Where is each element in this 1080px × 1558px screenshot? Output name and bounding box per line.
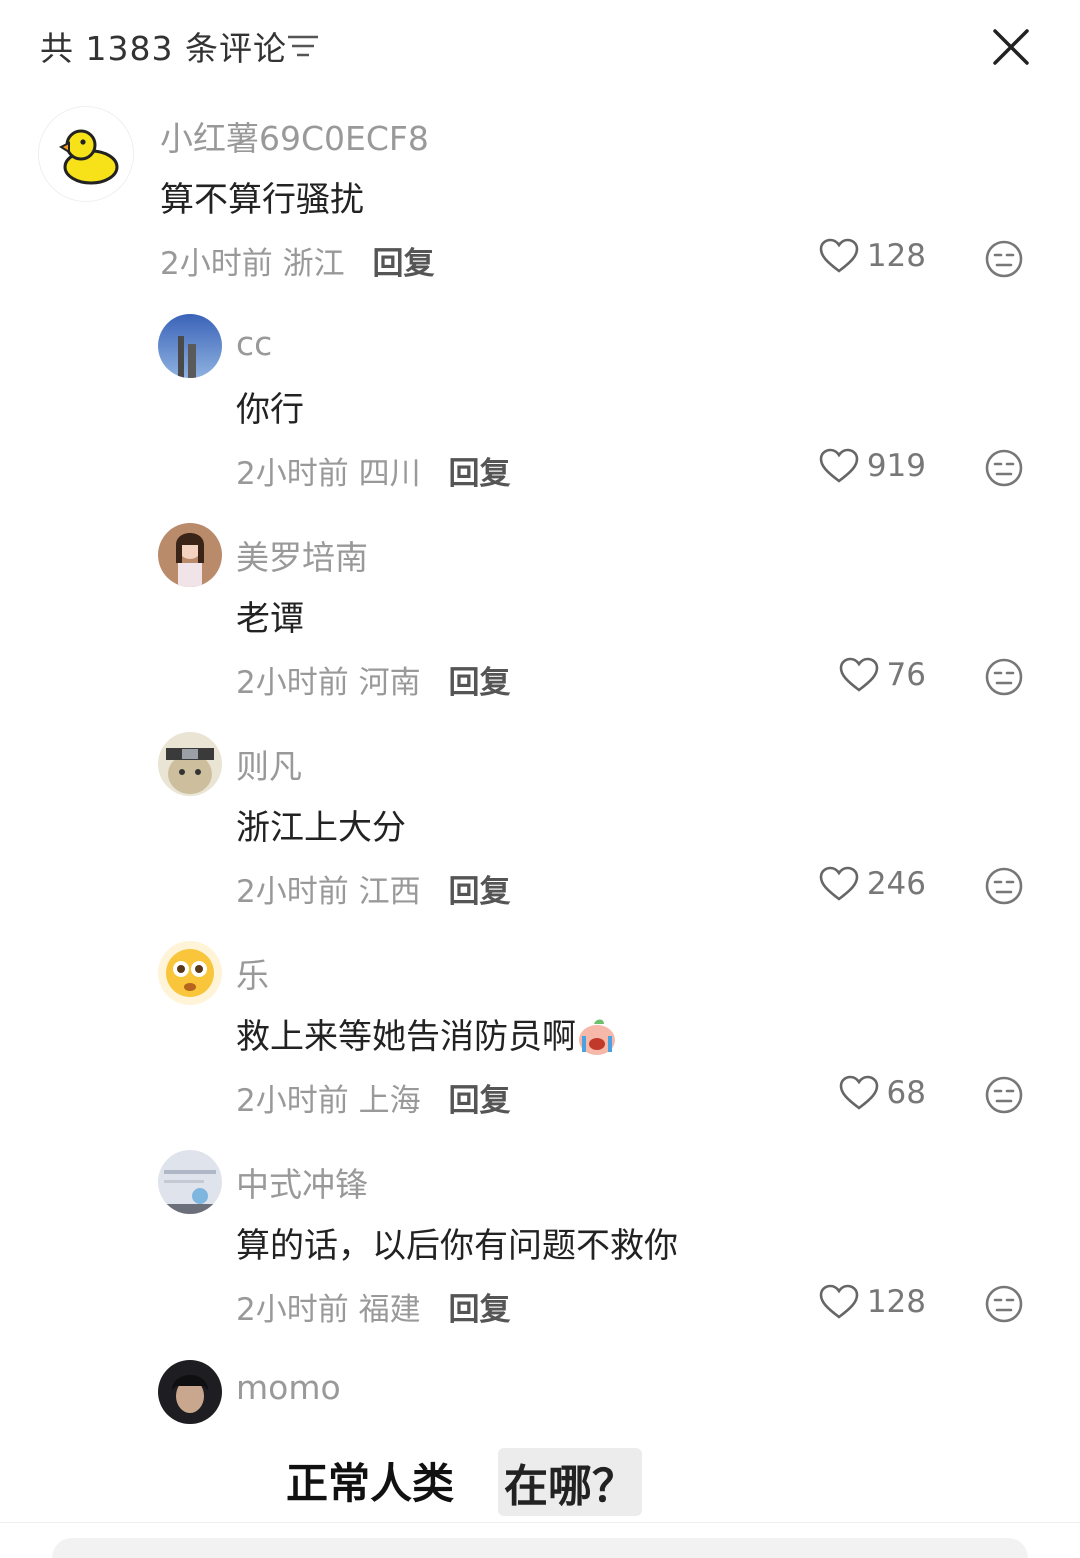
username[interactable]: 美罗培南 — [236, 531, 368, 579]
emoji-face-avatar-icon — [158, 941, 222, 1005]
comment-text: 算的话，以后你有问题不救你 — [236, 1226, 678, 1266]
heart-icon — [839, 657, 878, 692]
avatar[interactable] — [158, 732, 222, 796]
comment-input[interactable] — [52, 1538, 1028, 1558]
close-icon[interactable] — [988, 24, 1034, 70]
like-button[interactable]: 246 — [819, 866, 926, 902]
meh-face-icon[interactable] — [984, 448, 1024, 488]
like-count: 68 — [886, 1075, 926, 1111]
crying-sticker-icon — [579, 1019, 615, 1055]
like-count: 246 — [866, 866, 926, 902]
reply-button[interactable]: 回复 — [372, 246, 434, 282]
username[interactable]: momo — [236, 1368, 341, 1407]
username[interactable]: 则凡 — [236, 740, 302, 788]
meh-face-icon[interactable] — [984, 1284, 1024, 1324]
comment-time: 2小时前 — [236, 1083, 349, 1119]
comment-location: 福建 — [358, 1292, 421, 1328]
comment-location: 江西 — [358, 874, 421, 910]
comment-meta: 2小时前 浙江 回复 — [160, 238, 434, 283]
cat-headband-avatar-icon — [158, 732, 222, 796]
comment-meta: 2小时前 福建 回复 — [236, 1284, 510, 1329]
avatar[interactable] — [158, 1360, 222, 1424]
heart-icon — [819, 448, 859, 483]
meh-face-icon[interactable] — [984, 1075, 1024, 1115]
sticker-text: 在哪？ — [498, 1448, 642, 1516]
comment-time: 2小时前 — [160, 246, 273, 282]
comment-meta: 2小时前 四川 回复 — [236, 448, 510, 493]
heart-icon — [819, 866, 859, 901]
heart-icon — [839, 1075, 878, 1110]
heart-icon — [819, 238, 859, 273]
comments-header: 共 1383 条评论 — [0, 0, 1080, 96]
comment-text-content: 救上来等她告消防员啊 — [236, 1017, 576, 1057]
comment-location: 河南 — [358, 665, 421, 701]
comment-text: 浙江上大分 — [236, 808, 406, 848]
heart-icon — [819, 1284, 859, 1319]
username[interactable]: 中式冲锋 — [236, 1158, 368, 1206]
meh-face-icon[interactable] — [984, 239, 1024, 279]
sort-icon[interactable] — [286, 32, 320, 60]
like-count: 128 — [866, 1284, 926, 1320]
comment-text: 救上来等她告消防员啊 — [236, 1009, 618, 1058]
like-button[interactable]: 68 — [839, 1075, 926, 1111]
meh-face-icon[interactable] — [984, 866, 1024, 906]
comment-time: 2小时前 — [236, 874, 349, 910]
reply-button[interactable]: 回复 — [448, 874, 510, 910]
avatar[interactable] — [38, 106, 134, 202]
reply-button[interactable]: 回复 — [448, 665, 510, 701]
comment-location: 上海 — [358, 1083, 421, 1119]
comment-meta: 2小时前 上海 回复 — [236, 1075, 510, 1120]
reply-button[interactable]: 回复 — [448, 1083, 510, 1119]
dark-portrait-avatar-icon — [158, 1360, 222, 1424]
comment-time: 2小时前 — [236, 456, 349, 492]
comment-text: 算不算行骚扰 — [160, 180, 364, 220]
sticker-image[interactable]: 正常人类 在哪？ — [236, 1428, 646, 1528]
avatar[interactable] — [158, 941, 222, 1005]
username[interactable]: cc — [236, 324, 272, 363]
comment-meta: 2小时前 江西 回复 — [236, 866, 510, 911]
comment-time: 2小时前 — [236, 1292, 349, 1328]
like-button[interactable]: 76 — [839, 657, 926, 693]
like-button[interactable]: 128 — [819, 1284, 926, 1320]
username[interactable]: 乐 — [236, 949, 269, 997]
avatar[interactable] — [158, 1150, 222, 1214]
sticker-text: 正常人类 — [286, 1459, 455, 1508]
comment-text: 老谭 — [236, 599, 304, 639]
sky-building-avatar-icon — [158, 314, 222, 378]
like-button[interactable]: 128 — [819, 238, 926, 274]
comment-count-title: 共 1383 条评论 — [40, 29, 287, 68]
like-count: 919 — [866, 448, 926, 484]
comment-meta: 2小时前 河南 回复 — [236, 657, 510, 702]
like-count: 76 — [886, 657, 926, 693]
screenshot-avatar-icon — [158, 1150, 222, 1214]
avatar[interactable] — [158, 523, 222, 587]
meh-face-icon[interactable] — [984, 657, 1024, 697]
girl-photo-avatar-icon — [158, 523, 222, 587]
like-button[interactable]: 919 — [819, 448, 926, 484]
username[interactable]: 小红薯69C0ECF8 — [160, 112, 429, 160]
comment-location: 四川 — [358, 456, 421, 492]
comment-text: 你行 — [236, 390, 304, 430]
comment-location: 浙江 — [282, 246, 345, 282]
reply-button[interactable]: 回复 — [448, 1292, 510, 1328]
avatar[interactable] — [158, 314, 222, 378]
reply-button[interactable]: 回复 — [448, 456, 510, 492]
comment-time: 2小时前 — [236, 665, 349, 701]
duck-avatar-icon — [39, 107, 133, 201]
like-count: 128 — [866, 238, 926, 274]
